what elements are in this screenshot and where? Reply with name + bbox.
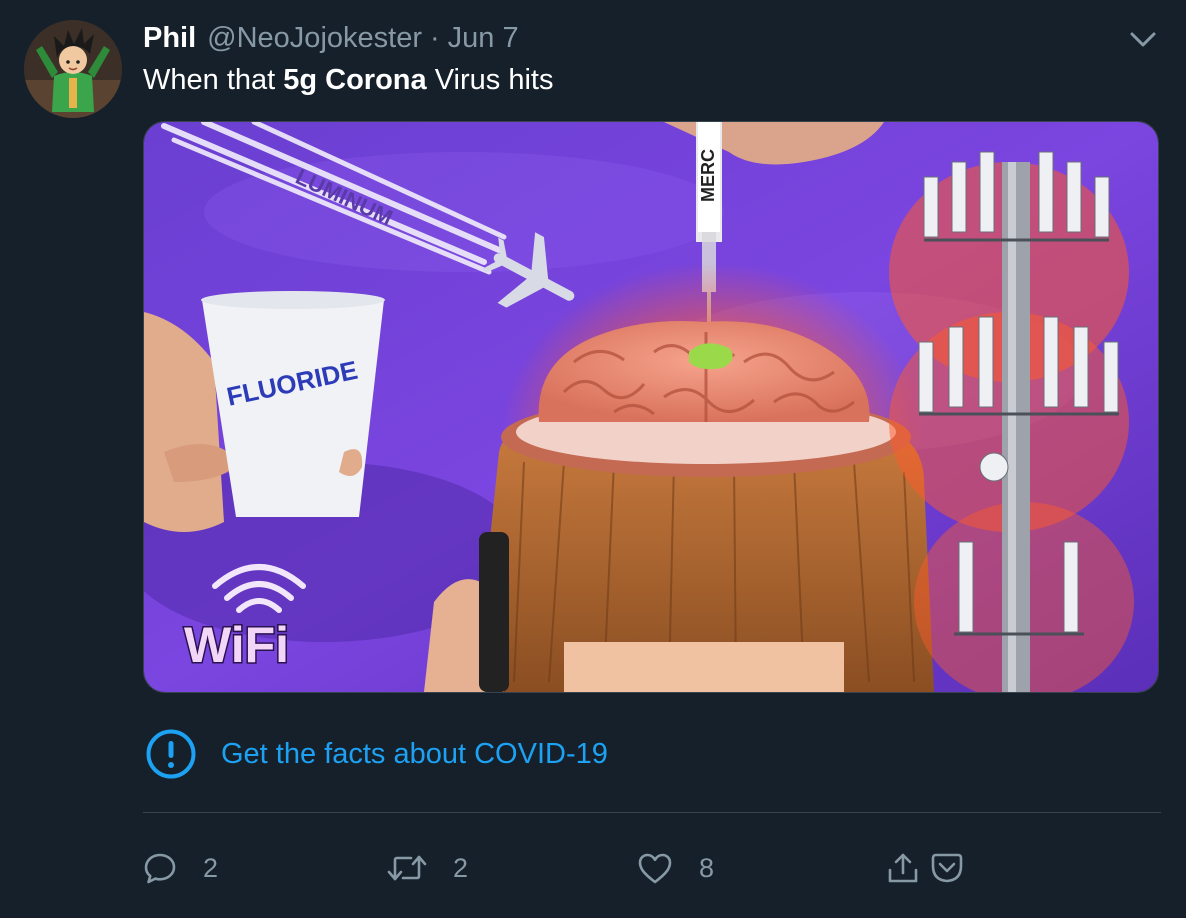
covid-facts-link[interactable]: Get the facts about COVID-19 bbox=[221, 738, 608, 771]
tweet-text-part: Virus hits bbox=[426, 64, 554, 96]
tweet-header: Phil @NeoJojokester · Jun 7 bbox=[143, 22, 519, 58]
tweet: Phil @NeoJojokester · Jun 7 When that 5g… bbox=[0, 0, 1186, 918]
retweet-arrows-icon bbox=[387, 855, 427, 881]
speech-bubble-icon bbox=[144, 853, 176, 884]
reply-count: 2 bbox=[203, 852, 219, 883]
wifi-label: WiFi bbox=[184, 617, 289, 673]
media-illustration: LUMINUM MERC FLUORIDE WiFi bbox=[144, 122, 1158, 692]
divider bbox=[143, 812, 1161, 813]
like-button[interactable]: 8 bbox=[637, 848, 714, 888]
tweet-text-bold: 5g Corona bbox=[283, 64, 427, 96]
pocket-button[interactable] bbox=[929, 848, 965, 888]
header-separator: · bbox=[429, 22, 440, 54]
retweet-count: 2 bbox=[453, 852, 469, 883]
syringe-label: MERC bbox=[698, 149, 718, 202]
author-handle[interactable]: @NeoJojokester bbox=[207, 22, 422, 55]
avatar-image bbox=[24, 20, 122, 118]
share-upload-icon bbox=[888, 853, 918, 883]
action-bar: 2 2 8 bbox=[143, 848, 1163, 888]
tweet-media[interactable]: LUMINUM MERC FLUORIDE WiFi bbox=[143, 121, 1159, 693]
avatar[interactable] bbox=[24, 20, 122, 118]
covid-notice[interactable]: Get the facts about COVID-19 bbox=[145, 728, 608, 780]
tweet-text: When that 5g Corona Virus hits bbox=[143, 64, 553, 97]
heart-icon bbox=[638, 853, 672, 884]
share-button[interactable] bbox=[886, 848, 920, 888]
pocket-icon bbox=[931, 853, 963, 883]
tweet-text-part: When that bbox=[143, 64, 284, 96]
author-name[interactable]: Phil bbox=[143, 22, 196, 55]
retweet-button[interactable]: 2 bbox=[387, 848, 468, 888]
reply-button[interactable]: 2 bbox=[143, 848, 218, 888]
like-count: 8 bbox=[699, 852, 715, 883]
tweet-date[interactable]: Jun 7 bbox=[448, 22, 519, 55]
exclamation-circle-icon bbox=[146, 729, 196, 779]
chevron-down-icon[interactable] bbox=[1126, 28, 1160, 52]
